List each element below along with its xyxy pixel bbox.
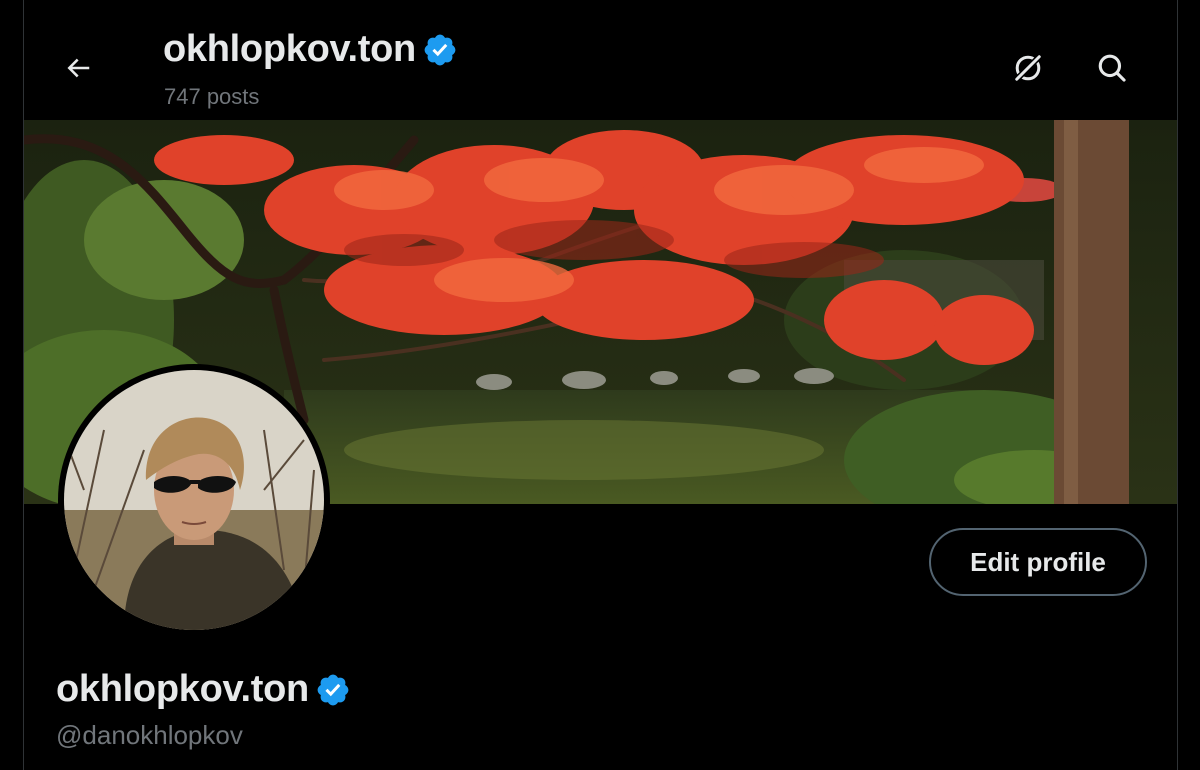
user-handle: @danokhlopkov bbox=[56, 720, 243, 750]
name-row: okhlopkov.ton bbox=[56, 668, 351, 711]
arrow-left-icon bbox=[67, 58, 90, 78]
profile-header: okhlopkov.ton 747 posts bbox=[24, 0, 1177, 120]
display-name: okhlopkov.ton bbox=[56, 668, 309, 710]
profile-screen: okhlopkov.ton 747 posts Edit profile okh… bbox=[0, 0, 1200, 770]
header-title-row: okhlopkov.ton bbox=[163, 28, 458, 71]
search-button[interactable] bbox=[1088, 44, 1136, 92]
posts-count: 747 posts bbox=[164, 84, 260, 109]
profile-avatar[interactable] bbox=[58, 364, 330, 636]
grok-button[interactable] bbox=[1004, 44, 1052, 92]
verified-badge-icon bbox=[424, 34, 456, 65]
verified-badge-icon[interactable] bbox=[315, 672, 351, 708]
grok-icon bbox=[1013, 53, 1043, 83]
header-title: okhlopkov.ton bbox=[163, 28, 416, 70]
back-button[interactable] bbox=[54, 44, 102, 92]
edit-profile-button[interactable]: Edit profile bbox=[929, 528, 1147, 596]
avatar-image bbox=[64, 370, 324, 630]
search-icon bbox=[1098, 54, 1126, 82]
column-border-right bbox=[1177, 0, 1178, 770]
